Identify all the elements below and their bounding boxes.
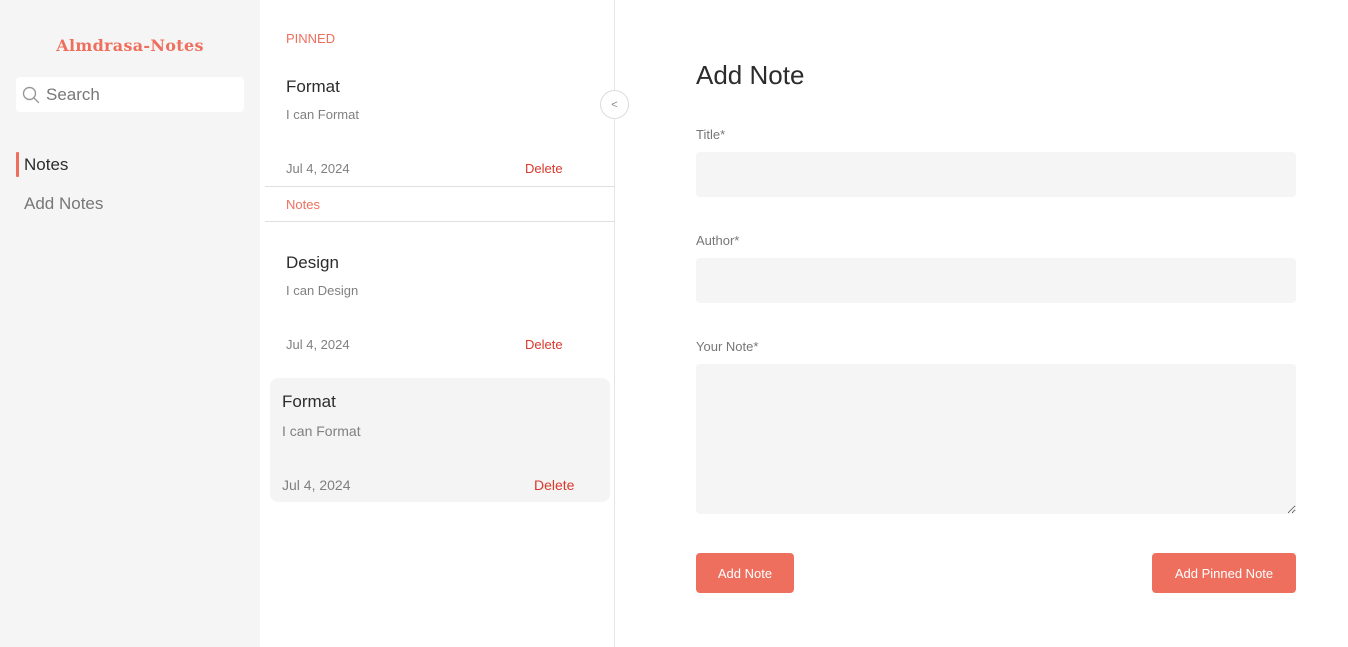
author-label: Author* bbox=[696, 233, 740, 248]
chevron-left-icon: < bbox=[611, 98, 618, 111]
note-date: Jul 4, 2024 bbox=[286, 337, 350, 352]
note-description: I can Design bbox=[286, 283, 359, 298]
sidebar: Almdrasa-Notes Notes Add Notes bbox=[0, 0, 260, 647]
note-description: I can Format bbox=[286, 107, 359, 122]
page-title: Add Note bbox=[696, 60, 805, 90]
note-date: Jul 4, 2024 bbox=[282, 477, 351, 493]
delete-button[interactable]: Delete bbox=[525, 161, 563, 176]
collapse-sidebar-button[interactable]: < bbox=[600, 90, 629, 119]
delete-button[interactable]: Delete bbox=[534, 477, 574, 493]
search-box[interactable] bbox=[16, 77, 244, 112]
divider bbox=[265, 221, 615, 222]
note-title: Format bbox=[286, 77, 340, 96]
active-nav-indicator bbox=[16, 152, 19, 177]
note-title: Design bbox=[286, 253, 339, 272]
brand-logo: Almdrasa-Notes bbox=[56, 36, 204, 55]
note-card[interactable]: Format I can Format Jul 4, 2024 Delete bbox=[270, 378, 610, 502]
author-input[interactable] bbox=[696, 258, 1296, 303]
notes-list: PINNED Format I can Format Jul 4, 2024 D… bbox=[260, 0, 615, 647]
add-note-button[interactable]: Add Note bbox=[696, 553, 794, 593]
note-description: I can Format bbox=[282, 423, 361, 439]
title-label: Title* bbox=[696, 127, 726, 142]
search-input[interactable] bbox=[46, 84, 226, 105]
add-pinned-note-button[interactable]: Add Pinned Note bbox=[1152, 553, 1296, 593]
note-title: Format bbox=[282, 392, 336, 411]
nav-item-notes[interactable]: Notes bbox=[24, 155, 68, 175]
divider bbox=[265, 186, 615, 187]
note-textarea[interactable] bbox=[696, 364, 1296, 514]
search-icon bbox=[22, 86, 40, 104]
note-label: Your Note* bbox=[696, 339, 759, 354]
note-card[interactable]: Design I can Design Jul 4, 2024 Delete bbox=[286, 251, 606, 361]
title-input[interactable] bbox=[696, 152, 1296, 197]
note-date: Jul 4, 2024 bbox=[286, 161, 350, 176]
note-card[interactable]: Format I can Format Jul 4, 2024 Delete bbox=[286, 75, 606, 185]
nav-item-add-notes[interactable]: Add Notes bbox=[24, 194, 103, 214]
delete-button[interactable]: Delete bbox=[525, 337, 563, 352]
pinned-section-label: PINNED bbox=[286, 31, 336, 46]
notes-section-label: Notes bbox=[286, 197, 320, 212]
